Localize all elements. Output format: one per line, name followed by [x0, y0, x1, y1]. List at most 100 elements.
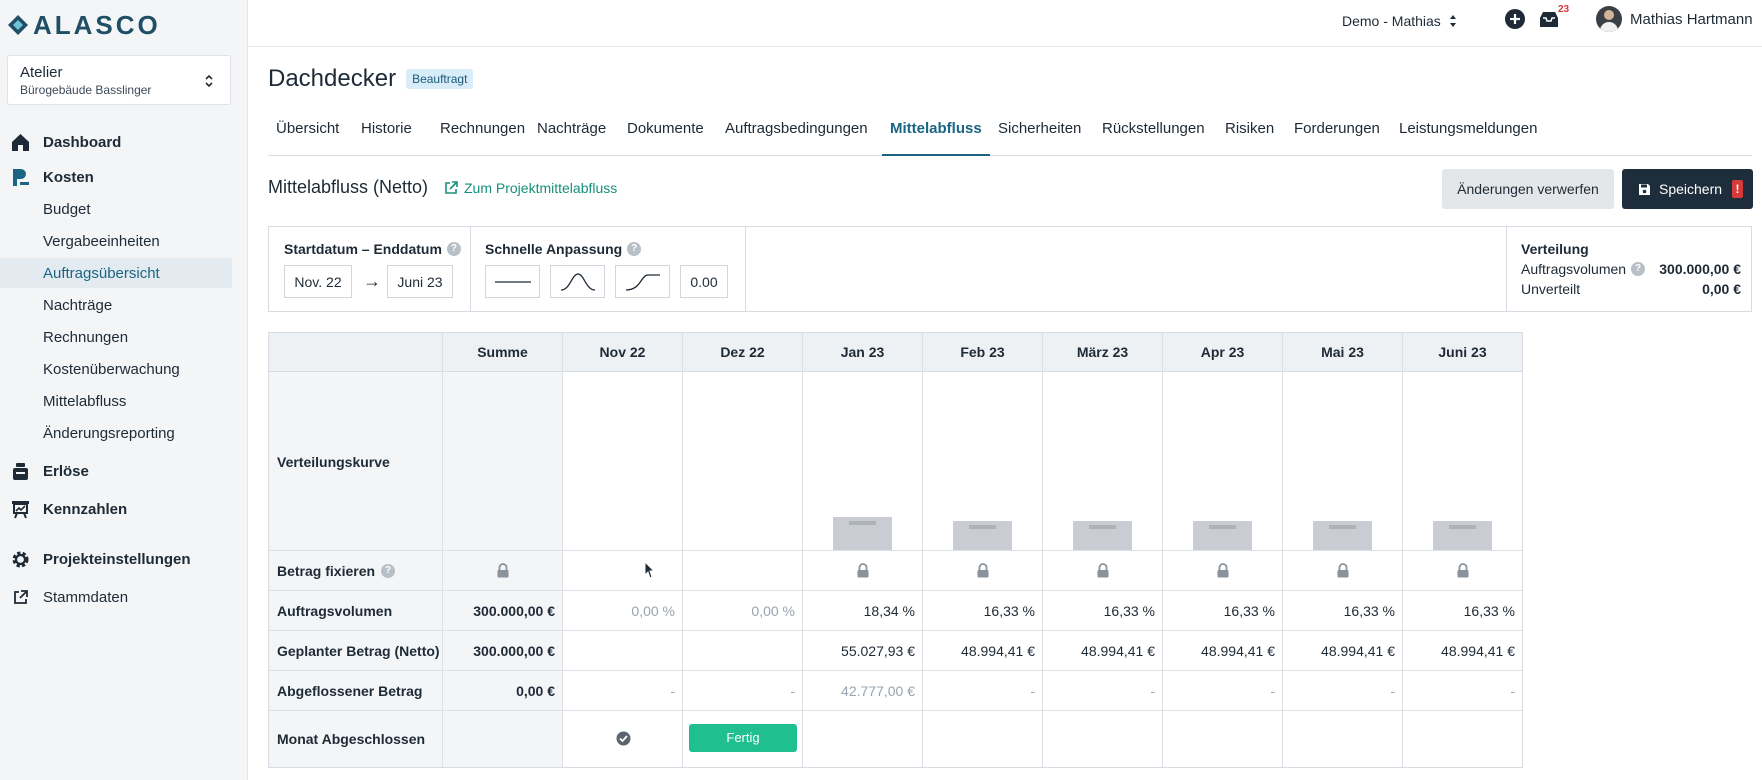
cell-abgeflossen[interactable]: - — [1045, 683, 1155, 699]
help-icon[interactable]: ? — [446, 242, 461, 256]
help-icon[interactable]: ? — [1631, 262, 1646, 276]
cell-auftragsvolumen[interactable]: 16,33 % — [1045, 603, 1155, 619]
cell-geplant[interactable]: 48.994,41 € — [1405, 643, 1515, 659]
lock-icon[interactable] — [976, 563, 990, 578]
cell-abgeflossen[interactable]: - — [565, 683, 675, 699]
page-title: Dachdecker — [268, 65, 397, 92]
quick-adjust-value-input[interactable]: 0.00 — [680, 265, 728, 298]
cell-geplant[interactable]: 48.994,41 € — [1045, 643, 1155, 659]
project-selector[interactable]: Atelier Bürogebäude Basslinger — [7, 55, 231, 105]
tab-rueckstellungen[interactable]: Rückstellungen — [1094, 108, 1213, 156]
cell-abgeflossen[interactable]: - — [1285, 683, 1395, 699]
sidebar-item-kostenueberwachung[interactable]: Kostenüberwachung — [0, 354, 232, 384]
sidebar-item-kennzahlen[interactable]: Kennzahlen — [0, 493, 248, 525]
sidebar-item-kosten[interactable]: Kosten — [0, 161, 248, 193]
start-date-input[interactable]: Nov. 22 — [284, 265, 352, 298]
tab-nachtraege[interactable]: Nachträge — [529, 108, 614, 156]
cell-abgeflossen[interactable]: 42.777,00 € — [805, 683, 915, 699]
curve-bell-button[interactable] — [550, 265, 605, 298]
distribution-bar[interactable] — [1313, 521, 1372, 550]
sidebar-item-label: Vergabeeinheiten — [43, 232, 160, 250]
distribution-bar[interactable] — [1073, 521, 1132, 550]
row-label-text: Betrag fixieren — [277, 563, 376, 579]
project-cashflow-link[interactable]: Zum Projektmittelabfluss — [444, 180, 617, 196]
sidebar-item-stammdaten[interactable]: Stammdaten — [0, 581, 248, 613]
gear-icon — [12, 551, 29, 568]
check-circle-icon[interactable] — [616, 731, 631, 746]
alasco-logo[interactable]: ALASCO — [7, 10, 161, 40]
sidebar-item-projekteinstellungen[interactable]: Projekteinstellungen — [0, 543, 248, 575]
lock-icon[interactable] — [1336, 563, 1350, 578]
lock-icon[interactable] — [856, 563, 870, 578]
quick-adjust-label: Schnelle Anpassung ? — [485, 241, 642, 257]
tab-auftragsbedingungen[interactable]: Auftragsbedingungen — [717, 108, 876, 156]
user-menu[interactable]: Mathias Hartmann — [1596, 4, 1753, 34]
row-divider — [269, 630, 1522, 631]
workspace-selector[interactable]: Demo - Mathias — [1342, 10, 1457, 32]
cell-auftragsvolumen[interactable]: 16,33 % — [925, 603, 1035, 619]
lock-icon[interactable] — [496, 563, 510, 578]
tab-rechnungen[interactable]: Rechnungen — [432, 108, 533, 156]
help-icon[interactable]: ? — [627, 242, 642, 256]
lock-icon[interactable] — [1096, 563, 1110, 578]
inbox-icon[interactable] — [1538, 8, 1560, 30]
cell-geplant[interactable]: 48.994,41 € — [925, 643, 1035, 659]
cell-auftragsvolumen[interactable]: 18,34 % — [805, 603, 915, 619]
cell-auftragsvolumen[interactable]: 16,33 % — [1285, 603, 1395, 619]
sidebar-item-erloese[interactable]: Erlöse — [0, 455, 248, 487]
cell-abgeflossen[interactable]: - — [1165, 683, 1275, 699]
distribution-bar[interactable] — [953, 521, 1012, 550]
cell-auftragsvolumen[interactable]: 0,00 % — [685, 603, 795, 619]
cell-auftragsvolumen[interactable]: 0,00 % — [565, 603, 675, 619]
sidebar-item-label: Budget — [43, 200, 91, 218]
end-date-input[interactable]: Juni 23 — [387, 265, 453, 298]
curve-linear-button[interactable] — [485, 265, 540, 298]
sidebar-item-label: Erlöse — [43, 462, 89, 480]
cell-abgeflossen[interactable]: - — [1405, 683, 1515, 699]
sidebar-item-rechnungen[interactable]: Rechnungen — [0, 322, 232, 352]
cell-auftragsvolumen[interactable]: 16,33 % — [1405, 603, 1515, 619]
tab-leistungsmeldungen[interactable]: Leistungsmeldungen — [1391, 108, 1545, 156]
help-icon[interactable]: ? — [381, 564, 396, 578]
cashflow-table: Summe Nov 22 Dez 22 Jan 23 Feb 23 März 23 Apr … — [268, 332, 1523, 768]
discard-changes-button[interactable]: Änderungen verwerfen — [1442, 169, 1614, 209]
distribution-controls: Startdatum – Enddatum ? Nov. 22 → Juni 2… — [268, 226, 1752, 312]
save-button[interactable]: Speichern ! — [1622, 169, 1753, 209]
sidebar-item-dashboard[interactable]: Dashboard — [0, 126, 248, 158]
sidebar-item-auftragsuebersicht[interactable]: Auftragsübersicht — [0, 258, 232, 288]
lock-icon[interactable] — [1456, 563, 1470, 578]
cell-abgeflossen[interactable]: - — [925, 683, 1035, 699]
page-header: Dachdecker Beauftragt — [268, 64, 474, 94]
distribution-bar[interactable] — [1193, 521, 1252, 550]
cell-auftragsvolumen[interactable]: 16,33 % — [1165, 603, 1275, 619]
row-label: Auftragsvolumen — [277, 591, 392, 631]
sidebar-item-vergabeeinheiten[interactable]: Vergabeeinheiten — [0, 226, 232, 256]
tab-historie[interactable]: Historie — [353, 108, 420, 156]
quick-adjust-label-text: Schnelle Anpassung — [485, 241, 623, 257]
cell-abgeflossen[interactable]: - — [685, 683, 795, 699]
tab-risiken[interactable]: Risiken — [1217, 108, 1282, 156]
cell-geplant[interactable]: 55.027,93 € — [805, 643, 915, 659]
add-icon[interactable] — [1504, 8, 1526, 30]
sidebar-item-nachtraege[interactable]: Nachträge — [0, 290, 232, 320]
sidebar: ALASCO Atelier Bürogebäude Basslinger Da… — [0, 0, 248, 780]
distribution-bar[interactable] — [1433, 521, 1492, 550]
sidebar-item-mittelabfluss[interactable]: Mittelabfluss — [0, 386, 232, 416]
month-done-button[interactable]: Fertig — [689, 724, 797, 752]
curve-s-button[interactable] — [615, 265, 670, 298]
cell-geplant[interactable]: 48.994,41 € — [1165, 643, 1275, 659]
distribution-bar[interactable] — [833, 517, 892, 550]
status-badge: Beauftragt — [406, 69, 474, 89]
tab-dokumente[interactable]: Dokumente — [619, 108, 712, 156]
notification-count: 23 — [1558, 4, 1570, 15]
tab-mittelabfluss[interactable]: Mittelabfluss — [882, 108, 990, 156]
sidebar-item-label: Dashboard — [43, 133, 122, 151]
sidebar-item-budget[interactable]: Budget — [0, 194, 232, 224]
cell-geplant[interactable]: 48.994,41 € — [1285, 643, 1395, 659]
tab-uebersicht[interactable]: Übersicht — [268, 108, 347, 156]
lock-icon[interactable] — [1216, 563, 1230, 578]
external-link-icon — [14, 590, 28, 604]
tab-forderungen[interactable]: Forderungen — [1286, 108, 1388, 156]
sidebar-item-aenderungsreporting[interactable]: Änderungsreporting — [0, 418, 232, 448]
tab-sicherheiten[interactable]: Sicherheiten — [990, 108, 1089, 156]
